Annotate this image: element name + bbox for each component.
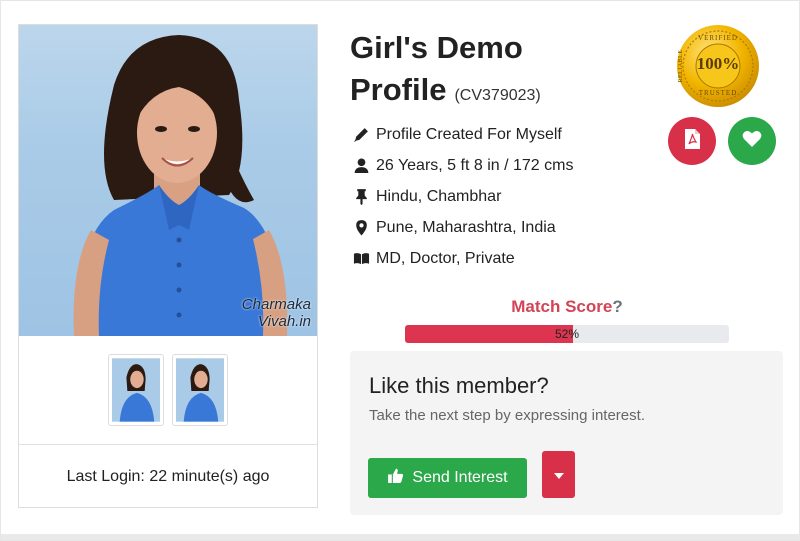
detail-education-job: MD, Doctor, Private <box>352 243 652 274</box>
pin-icon <box>352 188 370 206</box>
pen-icon <box>352 126 370 144</box>
badge-top-text: VERIFIED <box>698 34 738 42</box>
download-pdf-button[interactable] <box>668 117 716 165</box>
match-score-progress: 52% <box>405 325 729 343</box>
favorite-button[interactable] <box>728 117 776 165</box>
detail-location: Pune, Maharashtra, India <box>352 212 652 243</box>
map-marker-icon <box>352 219 370 237</box>
user-icon <box>352 157 370 175</box>
detail-created-by: Profile Created For Myself <box>352 119 652 150</box>
badge-side-text: RELIABLE <box>678 49 684 83</box>
photo-thumbnails <box>19 336 317 445</box>
profile-photo-illustration <box>73 35 288 336</box>
heart-icon <box>742 130 762 153</box>
interest-panel: Like this member? Take the next step by … <box>350 351 783 515</box>
detail-religion-caste: Hindu, Chambhar <box>352 181 652 212</box>
profile-id: (CV379023) <box>454 87 541 104</box>
profile-name-line1: Girl's Demo <box>350 30 523 65</box>
detail-text: Pune, Maharashtra, India <box>376 218 556 236</box>
profile-page: Charmaka Vivah.in Last Login: 22 minute(… <box>0 0 800 541</box>
interest-title: Like this member? <box>369 373 549 398</box>
send-interest-button[interactable]: Send Interest <box>368 458 527 498</box>
match-score-text: Match Score <box>511 297 613 316</box>
detail-text: MD, Doctor, Private <box>376 249 515 267</box>
caret-down-icon <box>553 466 564 484</box>
photo-thumbnail-2[interactable] <box>172 354 228 426</box>
detail-text: Hindu, Chambhar <box>376 187 502 205</box>
detail-text: 26 Years, 5 ft 8 in / 172 cms <box>376 156 574 174</box>
last-login-text: Last Login: 22 minute(s) ago <box>66 468 270 485</box>
profile-photo-card: Charmaka Vivah.in Last Login: 22 minute(… <box>18 24 318 508</box>
bottom-divider <box>1 534 800 540</box>
watermark-line2: Vivah.in <box>257 313 311 330</box>
thumbs-up-icon <box>387 467 412 489</box>
badge-bottom-text: TRUSTED <box>698 89 738 97</box>
profile-name-line2: Profile (CV379023) <box>350 72 541 107</box>
thumbnail-image <box>176 358 224 422</box>
detail-age-height: 26 Years, 5 ft 8 in / 172 cms <box>352 150 652 181</box>
profile-photo[interactable]: Charmaka Vivah.in <box>19 25 317 336</box>
match-score-label: Match Score? <box>405 297 729 317</box>
profile-details: Profile Created For Myself 26 Years, 5 f… <box>352 119 652 274</box>
interest-dropdown-button[interactable] <box>542 451 575 498</box>
pdf-icon <box>683 128 701 155</box>
profile-name: Girl's Demo Profile (CV379023) <box>350 27 650 117</box>
verified-badge: 100% VERIFIED TRUSTED RELIABLE <box>675 23 761 109</box>
book-icon <box>352 250 370 268</box>
help-icon[interactable]: ? <box>612 297 622 316</box>
thumbnail-image <box>112 358 160 422</box>
watermark-line1: Charmaka <box>241 296 311 313</box>
photo-thumbnail-1[interactable] <box>108 354 164 426</box>
match-score-percent: 52% <box>554 327 580 341</box>
detail-text: Profile Created For Myself <box>376 125 562 143</box>
badge-percent: 100% <box>696 54 740 73</box>
send-interest-label: Send Interest <box>412 469 508 486</box>
photo-watermark: Charmaka Vivah.in <box>242 296 311 330</box>
interest-subtitle: Take the next step by expressing interes… <box>369 407 645 424</box>
